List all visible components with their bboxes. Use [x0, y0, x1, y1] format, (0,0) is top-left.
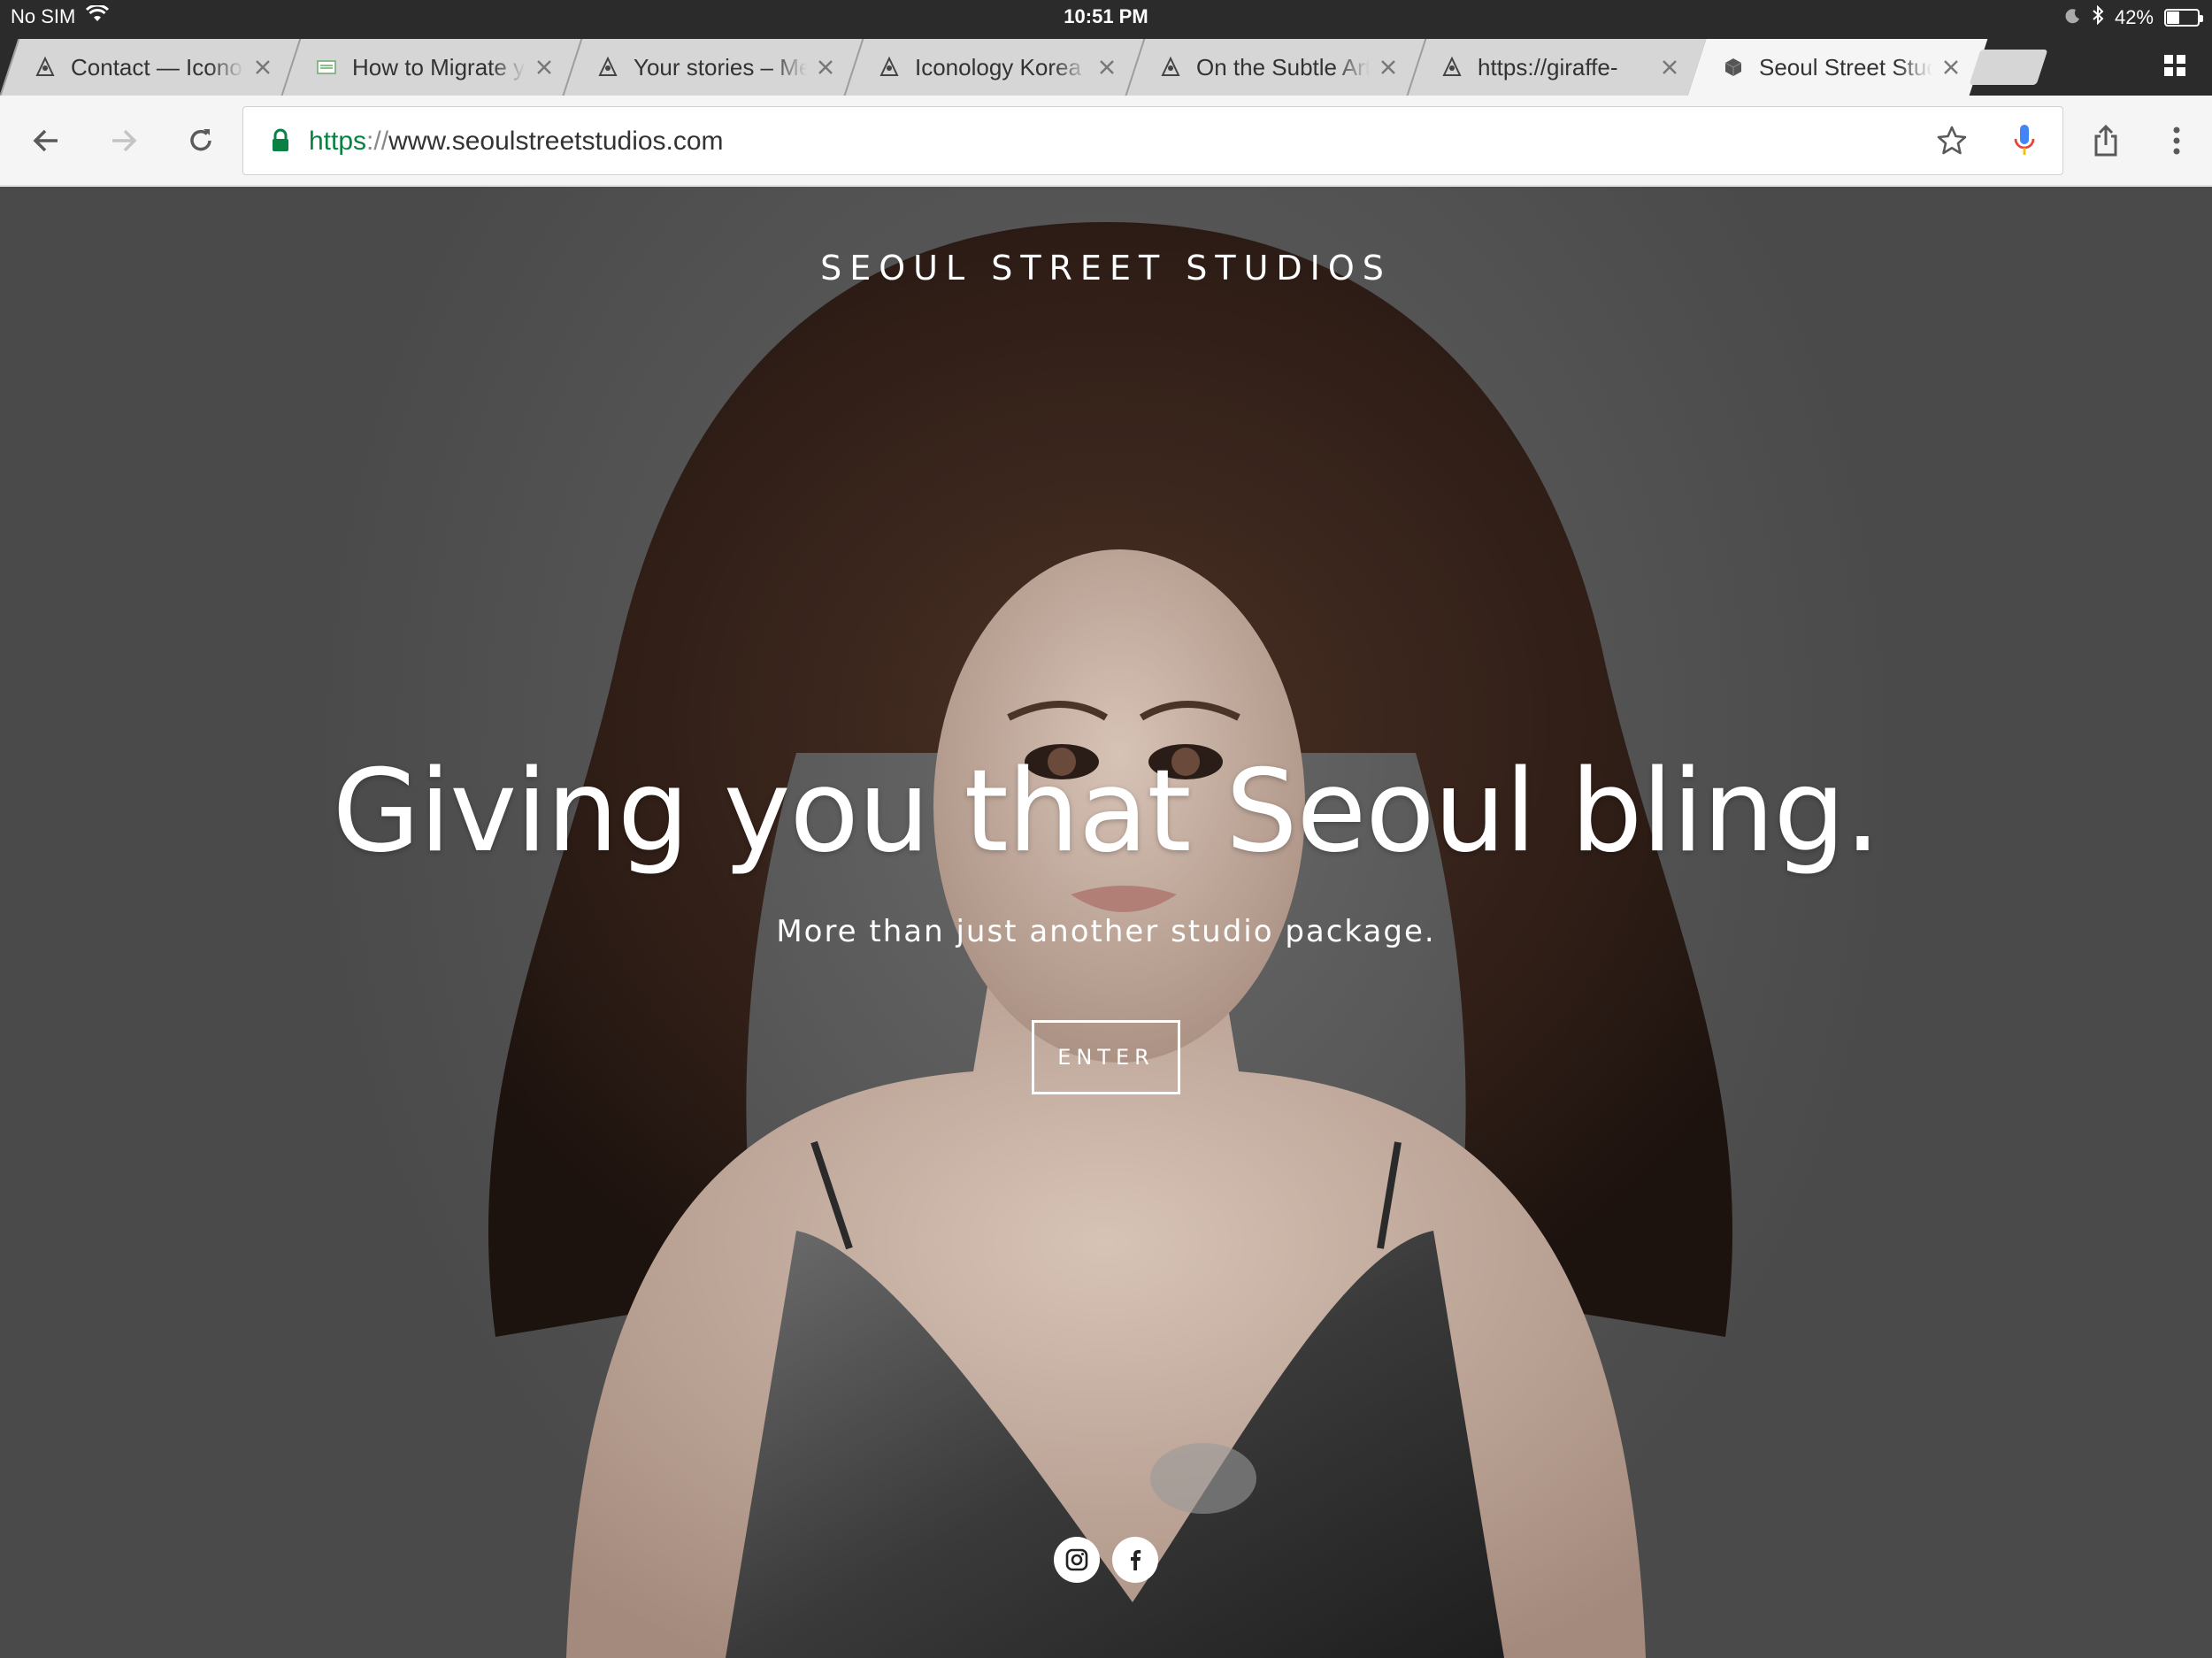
- back-button[interactable]: [25, 119, 67, 162]
- browser-tab[interactable]: Contact — Iconolo: [9, 39, 290, 96]
- cube-icon: [1722, 56, 1745, 79]
- iconology-icon: [34, 56, 57, 79]
- microphone-icon: [2014, 125, 2035, 155]
- share-button[interactable]: [2085, 119, 2127, 162]
- tab-title: On the Subtle Art: [1196, 53, 1370, 81]
- lock-icon: [270, 128, 291, 153]
- battery-icon: [2164, 9, 2203, 27]
- browser-tab[interactable]: On the Subtle Art: [1134, 39, 1416, 96]
- battery-fill: [2167, 12, 2179, 24]
- reload-icon: [190, 129, 211, 151]
- url-host: www.seoulstreetstudios.com: [388, 127, 724, 156]
- status-time: 10:51 PM: [1064, 5, 1148, 27]
- tab-switcher-icon[interactable]: [2162, 53, 2187, 78]
- close-icon[interactable]: [814, 56, 837, 79]
- facebook-icon: [1131, 1550, 1141, 1570]
- close-icon[interactable]: [1939, 56, 1962, 79]
- instagram-icon: [1065, 1548, 1088, 1571]
- hero-subheadline: More than just another studio package.: [776, 914, 1436, 949]
- arrow-right-icon: [112, 129, 137, 152]
- iconology-icon: [878, 56, 901, 79]
- close-icon[interactable]: [251, 56, 274, 79]
- close-icon[interactable]: [533, 56, 556, 79]
- browser-tab[interactable]: Iconology Korea: [853, 39, 1134, 96]
- iconology-icon: [596, 56, 619, 79]
- tab-title: Your stories – Me: [634, 53, 807, 81]
- iconology-icon: [1159, 56, 1182, 79]
- reload-button[interactable]: [180, 119, 222, 162]
- hero-section: SEOUL STREET STUDIOS Giving you that Seo…: [0, 187, 2212, 1658]
- tab-strip: Contact — Iconolo How to Migrate yo Your s…: [0, 34, 2212, 96]
- status-right: 42%: [2065, 4, 2203, 30]
- hero-headline: Giving you that Seoul bling.: [332, 746, 1881, 878]
- forward-button[interactable]: [103, 119, 145, 162]
- arrow-left-icon: [33, 129, 58, 152]
- tab-title: Contact — Iconolo: [71, 53, 244, 81]
- address-bar[interactable]: https://www.seoulstreetstudios.com: [242, 106, 2063, 175]
- tab-title: Seoul Street Studi: [1759, 53, 1932, 81]
- browser-tab[interactable]: Your stories – Me: [572, 39, 853, 96]
- tab-title: Iconology Korea: [915, 53, 1081, 81]
- star-icon: [1937, 126, 1967, 155]
- site-title[interactable]: SEOUL STREET STUDIOS: [0, 249, 2212, 288]
- close-icon[interactable]: [1377, 56, 1400, 79]
- document-icon: [315, 56, 338, 79]
- new-tab-button[interactable]: [1969, 50, 2048, 85]
- browser-tab[interactable]: Seoul Street Studi: [1697, 39, 1978, 96]
- url-scheme: https: [309, 127, 367, 156]
- iconology-icon: [1440, 56, 1463, 79]
- enter-button[interactable]: ENTER: [1032, 1020, 1180, 1094]
- close-icon[interactable]: [1095, 56, 1118, 79]
- bluetooth-icon: [2092, 4, 2104, 30]
- menu-button[interactable]: [2155, 119, 2198, 162]
- share-icon: [2094, 124, 2117, 157]
- url-text[interactable]: https://www.seoulstreetstudios.com: [309, 127, 724, 157]
- instagram-link[interactable]: [1054, 1537, 1100, 1583]
- status-bar: No SIM 10:51 PM 42%: [0, 0, 2212, 34]
- browser-toolbar: https://www.seoulstreetstudios.com: [0, 96, 2212, 186]
- voice-search-button[interactable]: [2003, 119, 2046, 162]
- browser-tab[interactable]: How to Migrate yo: [290, 39, 572, 96]
- tab-title: How to Migrate yo: [352, 53, 526, 81]
- more-vert-icon: [2173, 127, 2180, 155]
- close-icon[interactable]: [1658, 56, 1681, 79]
- battery-percent: 42%: [2114, 6, 2154, 28]
- browser-tab[interactable]: https://giraffe-: [1416, 39, 1697, 96]
- tab-title: https://giraffe-: [1478, 53, 1618, 81]
- url-separator: ://: [366, 127, 389, 156]
- facebook-link[interactable]: [1112, 1537, 1158, 1583]
- moon-icon: [2065, 6, 2081, 29]
- bookmark-button[interactable]: [1931, 119, 1973, 162]
